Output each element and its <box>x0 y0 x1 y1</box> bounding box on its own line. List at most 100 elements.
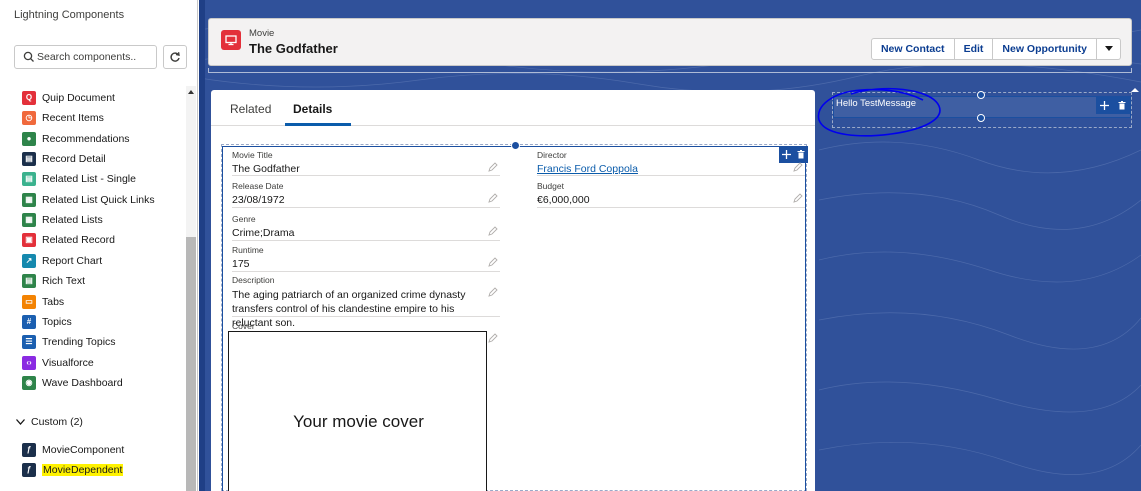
lightbulb-icon: ● <box>22 131 36 146</box>
field-value: €6,000,000 <box>537 194 590 206</box>
tabs-icon: ▭ <box>22 294 36 309</box>
component-item-moviecomponent[interactable]: ƒ MovieComponent <box>22 441 124 459</box>
search-icon <box>23 51 34 62</box>
components-list[interactable]: Q Quip Document ◷ Recent Items ● Recommendati… <box>0 84 198 491</box>
component-label: Related List Quick Links <box>42 193 155 206</box>
builder-canvas: Movie The Godfather New Contact Edit New… <box>199 0 1141 491</box>
runtime-field: Runtime 175 <box>232 245 500 272</box>
component-toolbar <box>1096 97 1130 114</box>
field-label: Cover <box>232 321 255 331</box>
component-label: Record Detail <box>42 153 106 166</box>
component-item-record-detail[interactable]: ▤ Record Detail <box>22 150 106 168</box>
chart-icon: ↗ <box>22 253 36 268</box>
director-link[interactable]: Francis Ford Coppola <box>537 163 638 175</box>
component-item-topics[interactable]: # Topics <box>22 313 72 331</box>
resize-handle[interactable] <box>511 141 520 150</box>
edit-pencil-icon[interactable] <box>488 257 498 267</box>
new-opportunity-button[interactable]: New Opportunity <box>993 38 1097 60</box>
field-label: Budget <box>537 181 564 191</box>
component-label: Trending Topics <box>42 336 116 349</box>
record-detail-card: Related Details Movie Title The Godfathe… <box>211 90 815 491</box>
custom-section-toggle[interactable]: Custom (2) <box>16 416 83 428</box>
panel-title: Lightning Components <box>14 9 125 21</box>
edit-button[interactable]: Edit <box>954 38 994 60</box>
record-detail-icon: ▤ <box>22 152 36 167</box>
component-item-recent-items[interactable]: ◷ Recent Items <box>22 109 104 127</box>
component-label: Related List - Single <box>42 173 136 186</box>
component-label: Wave Dashboard <box>42 376 123 389</box>
component-item-report-chart[interactable]: ↗ Report Chart <box>22 252 102 270</box>
resize-handle-top[interactable] <box>977 91 985 99</box>
monitor-icon <box>225 35 237 46</box>
delete-icon[interactable] <box>1118 101 1126 110</box>
object-label: Movie <box>249 28 275 39</box>
list-icon: ☰ <box>22 335 36 350</box>
component-item-related-list-single[interactable]: ▤ Related List - Single <box>22 170 136 188</box>
component-item-visualforce[interactable]: ‹› Visualforce <box>22 354 94 372</box>
search-input[interactable] <box>37 47 155 67</box>
header-drop-zone <box>208 68 1132 73</box>
budget-field: Budget €6,000,000 <box>537 181 805 208</box>
edit-pencil-icon[interactable] <box>793 193 803 203</box>
edit-pencil-icon[interactable] <box>488 333 498 343</box>
scroll-up-arrow-icon[interactable] <box>188 90 194 94</box>
edit-pencil-icon[interactable] <box>488 193 498 203</box>
related-lists-icon: ▦ <box>22 213 36 228</box>
component-item-moviedependent[interactable]: ƒ MovieDependent <box>22 461 124 479</box>
edit-pencil-icon[interactable] <box>793 162 803 172</box>
quick-links-icon: ▦ <box>22 192 36 207</box>
field-label: Release Date <box>232 181 284 191</box>
refresh-button[interactable] <box>163 45 187 69</box>
component-item-trending-topics[interactable]: ☰ Trending Topics <box>22 333 116 351</box>
component-item-recommendations[interactable]: ● Recommendations <box>22 130 130 148</box>
wave-icon: ◉ <box>22 375 36 390</box>
component-label: Report Chart <box>42 254 103 267</box>
field-label: Movie Title <box>232 150 273 160</box>
component-label: Quip Document <box>42 92 115 104</box>
movie-title-field: Movie Title The Godfather <box>232 150 500 176</box>
quip-icon: Q <box>22 91 36 105</box>
collapse-arrow-icon[interactable] <box>1131 88 1139 92</box>
movie-record-icon <box>221 30 241 50</box>
component-item-tabs[interactable]: ▭ Tabs <box>22 293 64 311</box>
component-label: MovieDependent <box>42 464 124 476</box>
component-item-wave-dashboard[interactable]: ◉ Wave Dashboard <box>22 374 123 392</box>
hello-message: Hello TestMessage <box>836 98 917 109</box>
highlights-panel[interactable]: Movie The Godfather New Contact Edit New… <box>208 18 1132 66</box>
resize-handle-bottom[interactable] <box>977 114 985 122</box>
component-label: Tabs <box>42 295 65 308</box>
code-icon: ‹› <box>22 355 36 370</box>
genre-field: Genre Crime;Drama <box>232 214 500 241</box>
hash-icon: # <box>22 314 36 329</box>
lightning-icon: ƒ <box>22 443 36 457</box>
cover-placeholder-text: Your movie cover <box>293 412 424 431</box>
edit-pencil-icon[interactable] <box>488 226 498 236</box>
more-actions-button[interactable] <box>1097 38 1121 60</box>
component-item-quip-document[interactable]: Q Quip Document <box>22 89 115 107</box>
tab-bar: Related Details <box>211 90 815 126</box>
component-label: Related Lists <box>42 214 103 227</box>
component-label: Recommendations <box>42 132 130 145</box>
action-buttons: New Contact Edit New Opportunity <box>870 38 1121 60</box>
edit-pencil-icon[interactable] <box>488 162 498 172</box>
components-panel: Lightning Components Q Quip Document ◷ Rece… <box>0 0 198 491</box>
field-label: Runtime <box>232 245 264 255</box>
record-name: The Godfather <box>249 41 338 56</box>
component-item-related-record[interactable]: ▣ Related Record <box>22 231 115 249</box>
component-item-related-lists[interactable]: ▦ Related Lists <box>22 211 103 229</box>
component-item-related-list-quick-links[interactable]: ▦ Related List Quick Links <box>22 191 155 209</box>
rich-text-icon: ▤ <box>22 274 36 289</box>
new-contact-button[interactable]: New Contact <box>870 38 955 60</box>
edit-pencil-icon[interactable] <box>488 287 498 297</box>
scrollbar-thumb[interactable] <box>186 237 196 491</box>
tab-details[interactable]: Details <box>293 102 332 116</box>
lightning-icon: ƒ <box>22 463 36 477</box>
component-item-rich-text[interactable]: ▤ Rich Text <box>22 272 85 290</box>
release-date-field: Release Date 23/08/1972 <box>232 181 500 208</box>
movie-cover-image: Your movie cover <box>228 331 487 491</box>
tab-related[interactable]: Related <box>230 102 271 116</box>
director-field: Director Francis Ford Coppola <box>537 150 805 176</box>
move-icon[interactable] <box>1100 101 1110 110</box>
search-box[interactable] <box>14 45 157 69</box>
field-value: 175 <box>232 258 250 270</box>
